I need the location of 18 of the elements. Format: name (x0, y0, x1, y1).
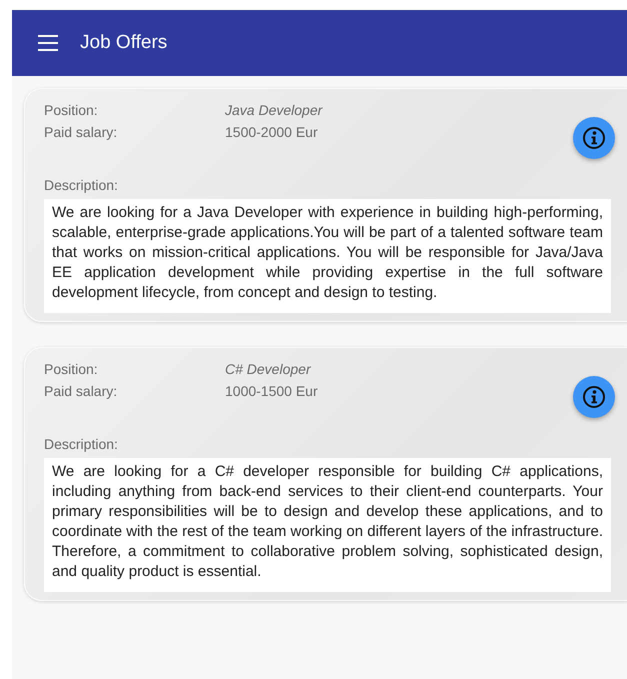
position-label: Position: (44, 101, 99, 120)
menu-icon[interactable] (38, 35, 58, 51)
salary-label: Paid salary: (44, 123, 118, 142)
description-text: We are looking for a Java Developer with experience in building high-performing, scalable, enterprise-grade applications.You will be part of a talented software team that works on mission-critical applications. You will be responsible for Java/Java EE application development while providing expertise in the full software development lifecycle, from concept and design to testing. (44, 199, 611, 313)
app-title: Job Offers (80, 32, 168, 54)
position-label: Position: (44, 360, 99, 379)
salary-label: Paid salary: (44, 382, 118, 401)
description-text: We are looking for a C# developer responsible for building C# applications, including anything from back-end services to their client-end counterparts. Your primary responsibilities will be to design and develop these applications, and to coordinate with the rest of the team working on different layers of the infrastructure. Therefore, a commitment to collaborative problem solving, sophisticated design, and quality product is essential. (44, 458, 611, 592)
position-value: Java Developer (225, 101, 322, 120)
description-label: Description: (44, 435, 119, 454)
description-label: Description: (44, 176, 119, 195)
info-icon (582, 126, 606, 150)
salary-value: 1500-2000 Eur (225, 123, 318, 142)
info-button[interactable] (573, 117, 615, 159)
position-value: C# Developer (225, 360, 311, 379)
info-button[interactable] (573, 376, 615, 418)
salary-value: 1000-1500 Eur (225, 382, 318, 401)
info-icon (582, 385, 606, 409)
